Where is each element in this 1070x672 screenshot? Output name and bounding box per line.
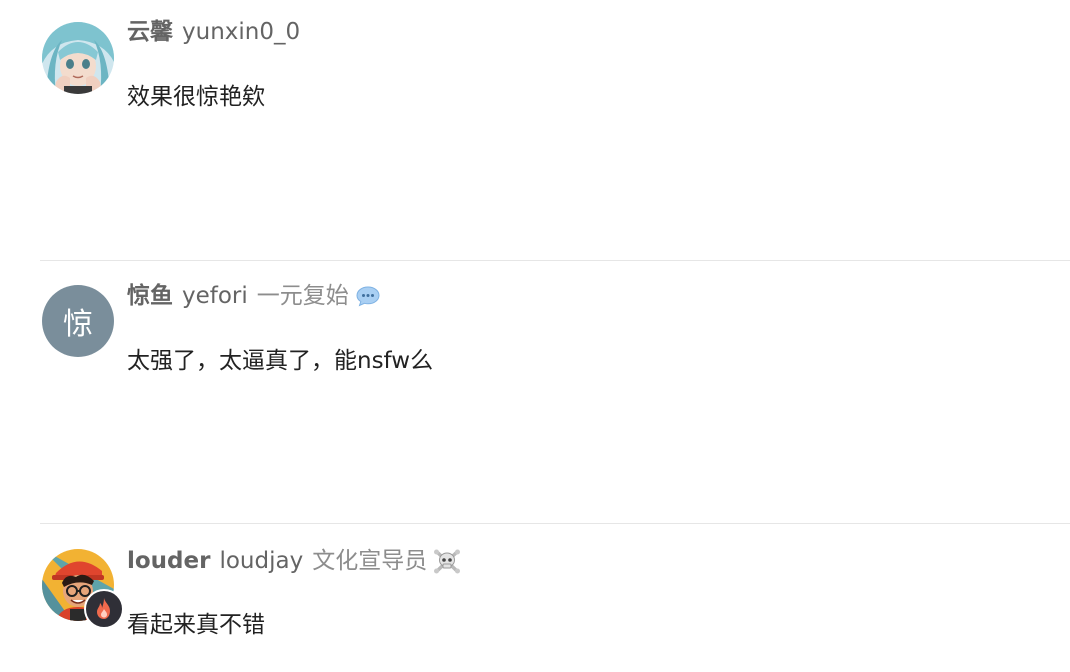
full-name[interactable]: 云馨	[127, 17, 173, 47]
post-header: 云馨 yunxin0_0	[127, 17, 309, 47]
post-body: 看起来真不错	[127, 612, 265, 638]
username[interactable]: loudjay	[219, 546, 303, 576]
avatar[interactable]	[42, 22, 114, 94]
speech-bubble-icon	[355, 284, 381, 308]
full-name[interactable]: 惊鱼	[127, 281, 173, 311]
avatar[interactable]: 惊	[42, 285, 114, 357]
post-stream: 云馨 yunxin0_0 效果很惊艳欸 惊 惊鱼 yefori 一元复始 太强了…	[0, 0, 1070, 672]
post-header: 惊鱼 yefori 一元复始	[127, 281, 381, 311]
full-name[interactable]: louder	[127, 546, 210, 576]
anime-girl-avatar-image	[42, 22, 114, 94]
user-flair	[84, 589, 124, 629]
post: louder loudjay 文化宣导员 看起来真不错	[40, 523, 1070, 672]
username[interactable]: yunxin0_0	[182, 17, 300, 47]
post: 惊 惊鱼 yefori 一元复始 太强了，太逼真了，能nsfw么	[40, 260, 1070, 524]
fire-icon	[97, 598, 110, 619]
skull-crossbones-icon	[433, 548, 461, 574]
post: 云馨 yunxin0_0 效果很惊艳欸	[40, 0, 1070, 260]
post-header: louder loudjay 文化宣导员	[127, 546, 461, 576]
avatar[interactable]	[42, 549, 124, 629]
user-title: 一元复始	[256, 283, 349, 309]
username[interactable]: yefori	[182, 281, 248, 311]
letter-avatar: 惊	[42, 285, 114, 357]
post-body: 太强了，太逼真了，能nsfw么	[127, 348, 434, 374]
user-title: 文化宣导员	[312, 548, 428, 574]
post-body: 效果很惊艳欸	[127, 84, 265, 110]
